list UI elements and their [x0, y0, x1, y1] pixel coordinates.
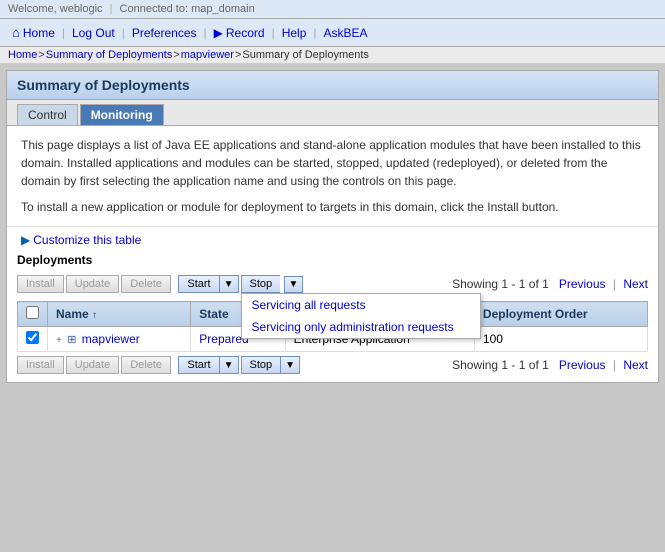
customize-section: ▶Customize this table [7, 227, 658, 253]
breadcrumb: Home>Summary of Deployments>mapviewer>Su… [0, 47, 665, 64]
th-checkbox [18, 302, 48, 327]
top-toolbar: Install Update Delete Start ▼ Stop ▼ Ser… [17, 271, 648, 297]
app-name-link[interactable]: mapviewer [82, 332, 140, 346]
stop-dropdown-menu: Servicing all requests Servicing only ad… [241, 293, 481, 339]
nav-bar: ⌂ Home | Log Out | Preferences | ▶ Recor… [0, 19, 665, 47]
nav-logout[interactable]: Log Out [68, 24, 119, 42]
start-button-bottom[interactable]: Start [178, 356, 218, 374]
stop-button-top[interactable]: Stop [241, 275, 281, 293]
welcome-text: Welcome, weblogic | Connected to: map_do… [8, 3, 255, 15]
delete-button-bottom[interactable]: Delete [121, 356, 171, 374]
connected-domain: Connected to: map_domain [120, 3, 255, 15]
nav-sep-2: | [122, 26, 125, 40]
row-deploy-order-cell: 100 [474, 327, 647, 352]
dropdown-item-admin[interactable]: Servicing only administration requests [242, 316, 480, 338]
row-checkbox[interactable] [26, 331, 39, 344]
breadcrumb-mapviewer[interactable]: mapviewer [181, 49, 234, 61]
top-separator: | [110, 3, 113, 15]
nav-home[interactable]: ⌂ Home [8, 23, 59, 42]
description-text-2: To install a new application or module f… [21, 198, 644, 216]
nav-help[interactable]: Help [278, 24, 311, 42]
install-button-bottom[interactable]: Install [17, 356, 64, 374]
showing-bottom: Showing 1 - 1 of 1 Previous | Next [452, 358, 648, 372]
start-arrow-top[interactable]: ▼ [219, 275, 239, 293]
select-all-checkbox[interactable] [26, 306, 39, 319]
home-icon: ⌂ [12, 25, 20, 40]
update-button-bottom[interactable]: Update [66, 356, 119, 374]
next-bottom[interactable]: Next [623, 358, 648, 372]
start-split-button-bottom: Start ▼ [178, 356, 238, 374]
row-checkbox-cell [18, 327, 48, 352]
start-split-button-top: Start ▼ [178, 275, 238, 293]
nav-sep-3: | [204, 26, 207, 40]
stop-arrow-bottom[interactable]: ▼ [280, 356, 300, 374]
page-title: Summary of Deployments [17, 77, 648, 93]
expand-icon[interactable]: + [56, 335, 62, 346]
previous-top[interactable]: Previous [559, 277, 606, 291]
bottom-toolbar: Install Update Delete Start ▼ Stop ▼ Sho… [17, 352, 648, 374]
top-bar: Welcome, weblogic | Connected to: map_do… [0, 0, 665, 19]
tab-monitoring[interactable]: Monitoring [80, 104, 164, 125]
breadcrumb-current: Summary of Deployments [242, 49, 369, 61]
stop-split-container-top: Stop ▼ Servicing all requests Servicing … [241, 275, 304, 293]
update-button-top[interactable]: Update [66, 275, 119, 293]
dropdown-item-all[interactable]: Servicing all requests [242, 294, 480, 316]
page-description: This page displays a list of Java EE app… [7, 126, 658, 227]
tab-control[interactable]: Control [17, 104, 78, 125]
th-name: Name ↑ [48, 302, 191, 327]
page-header: Summary of Deployments [7, 71, 658, 100]
app-icon: ⊞ [67, 334, 76, 346]
welcome-user: Welcome, weblogic [8, 3, 103, 15]
deployments-section: Deployments Install Update Delete Start … [7, 253, 658, 382]
tabs-container: Control Monitoring [7, 100, 658, 126]
customize-link[interactable]: ▶Customize this table [21, 233, 141, 247]
nav-record[interactable]: ▶ Record [210, 24, 269, 42]
row-name-cell: + ⊞ mapviewer [48, 327, 191, 352]
triangle-icon: ▶ [21, 233, 30, 247]
next-top[interactable]: Next [623, 277, 648, 291]
record-icon: ▶ [214, 26, 223, 40]
stop-button-bottom[interactable]: Stop [241, 356, 281, 374]
description-text-1: This page displays a list of Java EE app… [21, 136, 644, 190]
stop-arrow-top[interactable]: ▼ [284, 276, 304, 293]
install-button-top[interactable]: Install [17, 275, 64, 293]
start-arrow-bottom[interactable]: ▼ [219, 356, 239, 374]
sort-icon-name: ↑ [92, 310, 97, 321]
deployments-title: Deployments [17, 253, 648, 267]
previous-bottom[interactable]: Previous [559, 358, 606, 372]
nav-sep-4: | [272, 26, 275, 40]
nav-preferences[interactable]: Preferences [128, 24, 201, 42]
main-content: Summary of Deployments Control Monitorin… [6, 70, 659, 383]
nav-sep-5: | [313, 26, 316, 40]
breadcrumb-summary[interactable]: Summary of Deployments [46, 49, 173, 61]
start-button-top[interactable]: Start [178, 275, 218, 293]
nav-askbea[interactable]: AskBEA [320, 24, 372, 42]
delete-button-top[interactable]: Delete [121, 275, 171, 293]
th-deployment-order: Deployment Order [474, 302, 647, 327]
stop-split-button-bottom: Stop ▼ [241, 356, 301, 374]
breadcrumb-home[interactable]: Home [8, 49, 37, 61]
showing-top: Showing 1 - 1 of 1 Previous | Next [452, 277, 648, 291]
nav-sep-1: | [62, 26, 65, 40]
